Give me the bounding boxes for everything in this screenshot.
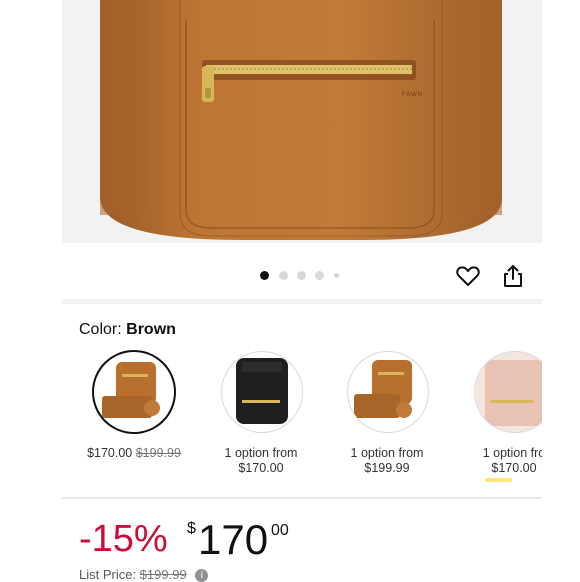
swatch-blush-clip: 1 option fro $170.00	[470, 350, 542, 480]
svg-text:FAWN: FAWN	[402, 92, 423, 98]
price-whole: 170	[198, 516, 269, 563]
price-fraction: 00	[271, 522, 289, 539]
zipper-track	[206, 65, 412, 74]
swatch-option-price: $199.99	[364, 461, 410, 475]
section-divider	[62, 299, 542, 304]
heart-icon	[456, 266, 480, 286]
price-currency: $	[187, 520, 196, 537]
highlight-mark	[485, 478, 512, 482]
wishlist-button[interactable]	[454, 262, 482, 290]
brown-bag-thumbnail	[102, 362, 160, 418]
swatch-price-2: 1 option from $170.00	[201, 446, 321, 476]
swatch-option-text: 1 option fro	[482, 446, 542, 460]
carousel-dot-3[interactable]	[297, 271, 306, 280]
carousel-dot-5[interactable]	[334, 273, 339, 278]
carousel-dot-2[interactable]	[279, 271, 288, 280]
swatch-option-price: $170.00	[491, 461, 537, 475]
color-value: Brown	[126, 321, 176, 338]
swatch-brown-bundle[interactable]	[94, 352, 174, 432]
share-button[interactable]	[499, 262, 527, 290]
discount-percentage: -15%	[79, 518, 168, 560]
swatch-price-current: $170.00	[87, 446, 133, 460]
share-icon	[504, 265, 522, 287]
swatch-option-text: 1 option from	[350, 446, 424, 460]
product-image[interactable]: FAWN	[62, 0, 542, 243]
swatch-price-3: 1 option from $199.99	[327, 446, 447, 476]
blush-bag-thumbnail	[475, 352, 542, 432]
brown-bag-thumbnail-2	[354, 360, 412, 418]
carousel-dot-1[interactable]	[260, 271, 269, 280]
swatch-brown-bundle-2[interactable]	[348, 352, 428, 432]
swatch-black[interactable]	[222, 352, 302, 432]
color-label-text: Color:	[79, 321, 122, 338]
info-icon[interactable]: i	[195, 569, 209, 582]
backpack-illustration: FAWN	[100, 0, 502, 240]
swatch-price-strikethrough: $199.99	[135, 446, 181, 460]
swatch-price-4: 1 option fro $170.00	[470, 446, 542, 476]
black-bag-thumbnail	[236, 358, 288, 424]
swatch-option-price: $170.00	[238, 461, 284, 475]
swatch-option-text: 1 option from	[224, 446, 298, 460]
swatch-blush[interactable]	[475, 352, 542, 432]
carousel-dot-4[interactable]	[315, 271, 324, 280]
color-label: Color: Brown	[79, 321, 176, 339]
section-divider-2	[62, 497, 542, 499]
swatch-price-1: $170.00 $199.99	[74, 446, 194, 461]
